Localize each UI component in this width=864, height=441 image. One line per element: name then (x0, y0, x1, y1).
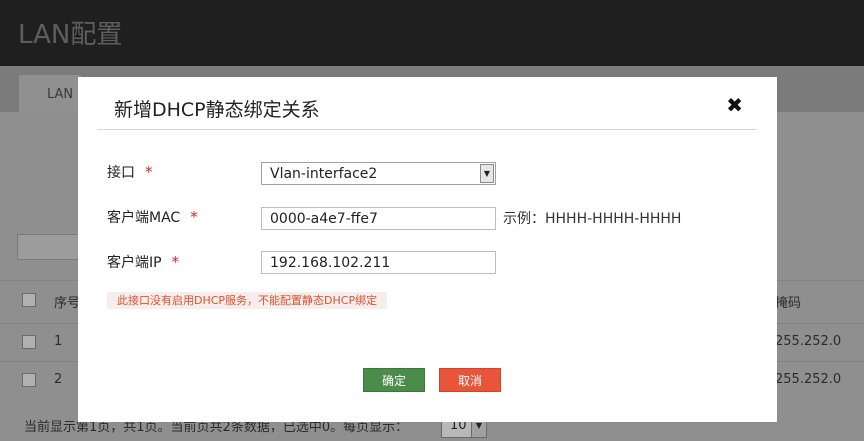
close-icon[interactable]: ✖ (726, 95, 743, 115)
interface-label: 接口 * (107, 162, 153, 182)
dhcp-binding-dialog: 新增DHCP静态绑定关系 ✖ 接口 * Vlan-interface2 ▼ 客户端… (78, 77, 777, 422)
interface-select[interactable]: Vlan-interface2 ▼ (261, 162, 496, 185)
column-header-mask: 掩码 (775, 296, 802, 311)
tab-label: LAN (47, 87, 74, 102)
mac-format-hint: 示例：HHHH-HHHH-HHHH (503, 211, 682, 227)
mac-address-input[interactable] (261, 207, 496, 230)
chevron-down-icon[interactable]: ▼ (480, 164, 494, 183)
ip-address-input[interactable] (261, 251, 496, 274)
select-all-checkbox[interactable] (22, 293, 36, 307)
required-marker: * (145, 163, 153, 181)
search-input[interactable] (17, 234, 81, 260)
row-seq: 1 (54, 334, 63, 349)
ip-label: 客户端IP * (107, 252, 179, 272)
row-mask: 255.252.0 (775, 372, 842, 387)
interface-select-value: Vlan-interface2 (270, 166, 378, 182)
mac-label: 客户端MAC * (107, 207, 198, 227)
page-title: LAN配置 (18, 20, 123, 50)
tab-lan[interactable]: LAN (18, 74, 82, 113)
cancel-button[interactable]: 取消 (439, 368, 501, 392)
mac-label-text: 客户端MAC (107, 210, 181, 226)
required-marker: * (171, 253, 180, 271)
column-header-seq: 序号 (54, 296, 81, 311)
ip-label-text: 客户端IP (107, 255, 162, 271)
required-marker: * (190, 208, 198, 226)
row-checkbox[interactable] (22, 373, 36, 387)
interface-label-text: 接口 (107, 165, 135, 181)
divider (97, 129, 756, 130)
confirm-button[interactable]: 确定 (363, 368, 425, 392)
row-checkbox[interactable] (22, 335, 36, 349)
dialog-title: 新增DHCP静态绑定关系 (114, 99, 320, 121)
row-seq: 2 (54, 372, 63, 387)
app-header (0, 0, 864, 66)
row-mask: 255.252.0 (775, 334, 842, 349)
dhcp-warning-message: 此接口没有启用DHCP服务，不能配置静态DHCP绑定 (107, 292, 388, 309)
